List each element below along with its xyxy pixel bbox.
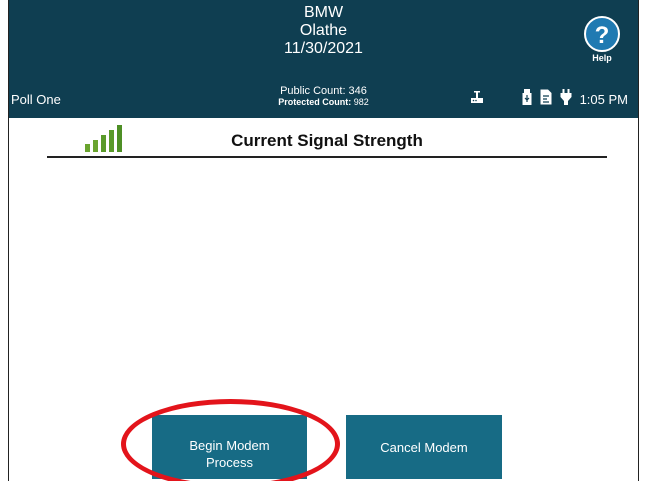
status-icons: 1:05 PM	[462, 88, 628, 110]
cancel-modem-button[interactable]: Cancel Modem	[346, 415, 502, 479]
power-plug-icon	[560, 88, 572, 110]
header-date: 11/30/2021	[284, 40, 363, 57]
help-icon: ?	[584, 16, 620, 52]
begin-modem-label-line1: Begin Modem	[189, 437, 270, 453]
help-button[interactable]: ? Help	[580, 16, 624, 63]
header-title-line2: Olathe	[299, 22, 348, 39]
header-title-line1: BMW	[303, 4, 344, 21]
header-bar: BMW Olathe 11/30/2021 ? Help Poll One Pu…	[9, 0, 638, 118]
clock-time: 1:05 PM	[579, 91, 628, 107]
screen-frame: BMW Olathe 11/30/2021 ? Help Poll One Pu…	[8, 0, 639, 481]
usb-drive-icon	[522, 88, 532, 110]
signal-strength-title: Current Signal Strength	[231, 131, 423, 150]
begin-modem-label-line2: Process	[206, 454, 253, 470]
header-title-block: BMW Olathe 11/30/2021	[9, 4, 638, 58]
document-icon	[540, 89, 552, 110]
signal-strength-section: Current Signal Strength	[47, 118, 607, 158]
help-label: Help	[592, 53, 612, 63]
modem-icon	[470, 89, 484, 110]
protected-count-label: Protected Count:	[278, 97, 352, 107]
divider	[47, 156, 607, 158]
protected-count-value: 982	[353, 97, 369, 107]
begin-modem-process-button[interactable]: Begin Modem Process	[152, 415, 307, 479]
